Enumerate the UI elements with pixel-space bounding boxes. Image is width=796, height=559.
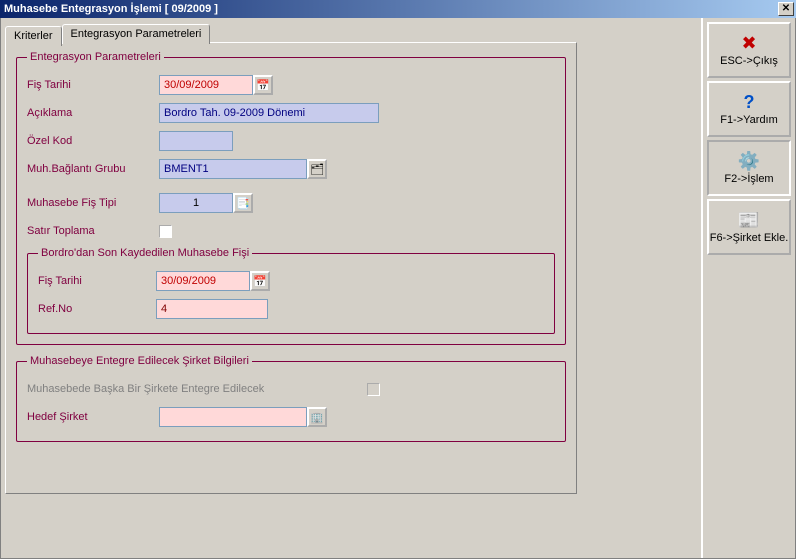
calendar-icon[interactable]: 📅 (250, 271, 270, 291)
group-legend: Muhasebeye Entegre Edilecek Şirket Bilgi… (27, 355, 252, 367)
tab-label: Kriterler (14, 30, 53, 42)
calendar-icon[interactable]: 📅 (253, 75, 273, 95)
button-f2-islem[interactable]: ⚙️ F2->İşlem (707, 140, 791, 196)
document-icon: 📰 (738, 211, 760, 229)
label-fis-tarihi-2: Fiş Tarihi (38, 275, 156, 287)
workarea: Kriterler Entegrasyon Parametreleri Ente… (0, 18, 796, 559)
label-muh-baglanti: Muh.Bağlantı Grubu (27, 163, 159, 175)
group-legend: Bordro'dan Son Kaydedilen Muhasebe Fişi (38, 247, 252, 259)
gear-icon: ⚙️ (738, 152, 760, 170)
lookup-icon[interactable]: 🗂 (307, 159, 327, 179)
group-hedef-sirket: Muhasebeye Entegre Edilecek Şirket Bilgi… (16, 355, 566, 442)
checkbox-satir-toplama[interactable] (159, 225, 172, 238)
input-hedef-sirket[interactable] (159, 407, 307, 427)
label-fis-tarihi: Fiş Tarihi (27, 79, 159, 91)
titlebar: Muhasebe Entegrasyon İşlemi [ 09/2009 ] … (0, 0, 796, 18)
tab-parametreler[interactable]: Entegrasyon Parametreleri (62, 24, 211, 44)
input-fis-tarihi-2[interactable] (156, 271, 250, 291)
lookup-icon[interactable]: 🏢 (307, 407, 327, 427)
main-panel: Kriterler Entegrasyon Parametreleri Ente… (1, 18, 701, 558)
label-ozel-kod: Özel Kod (27, 135, 159, 147)
tab-label: Entegrasyon Parametreleri (71, 28, 202, 40)
help-icon: ? (744, 93, 755, 111)
input-ozel-kod[interactable] (159, 131, 233, 151)
lookup-icon[interactable]: 📑 (233, 193, 253, 213)
sidebar: ✖ ESC->Çıkış ? F1->Yardım ⚙️ F2->İşlem 📰… (701, 18, 795, 558)
window-title: Muhasebe Entegrasyon İşlemi [ 09/2009 ] (4, 3, 778, 15)
button-label: F2->İşlem (724, 173, 773, 185)
label-muh-fis-tipi: Muhasebe Fiş Tipi (27, 197, 159, 209)
button-f6-sirket-ekle[interactable]: 📰 F6->Şirket Ekle. (707, 199, 791, 255)
close-button[interactable]: ✕ (778, 2, 794, 16)
button-f1-yardim[interactable]: ? F1->Yardım (707, 81, 791, 137)
label-refno: Ref.No (38, 303, 156, 315)
input-muh-baglanti[interactable] (159, 159, 307, 179)
tab-kriterler[interactable]: Kriterler (5, 26, 62, 46)
button-label: F1->Yardım (720, 114, 778, 126)
button-esc-cikis[interactable]: ✖ ESC->Çıkış (707, 22, 791, 78)
button-label: F6->Şirket Ekle. (710, 232, 789, 244)
label-hedef-sirket: Hedef Şirket (27, 411, 159, 423)
input-muh-fis-tipi[interactable] (159, 193, 233, 213)
checkbox-baska-sirket (367, 383, 380, 396)
tabs: Kriterler Entegrasyon Parametreleri (5, 24, 697, 44)
group-son-kaydedilen: Bordro'dan Son Kaydedilen Muhasebe Fişi … (27, 247, 555, 334)
label-baska-sirket: Muhasebede Başka Bir Şirkete Entegre Edi… (27, 383, 367, 395)
group-entegrasyon-parametreleri: Entegrasyon Parametreleri Fiş Tarihi 📅 A… (16, 51, 566, 345)
close-icon: ✖ (741, 34, 756, 52)
button-label: ESC->Çıkış (720, 55, 778, 67)
input-fis-tarihi[interactable] (159, 75, 253, 95)
group-legend: Entegrasyon Parametreleri (27, 51, 164, 63)
label-satir-toplama: Satır Toplama (27, 225, 159, 237)
input-aciklama[interactable] (159, 103, 379, 123)
tab-body: Entegrasyon Parametreleri Fiş Tarihi 📅 A… (5, 42, 577, 494)
label-aciklama: Açıklama (27, 107, 159, 119)
input-refno[interactable] (156, 299, 268, 319)
